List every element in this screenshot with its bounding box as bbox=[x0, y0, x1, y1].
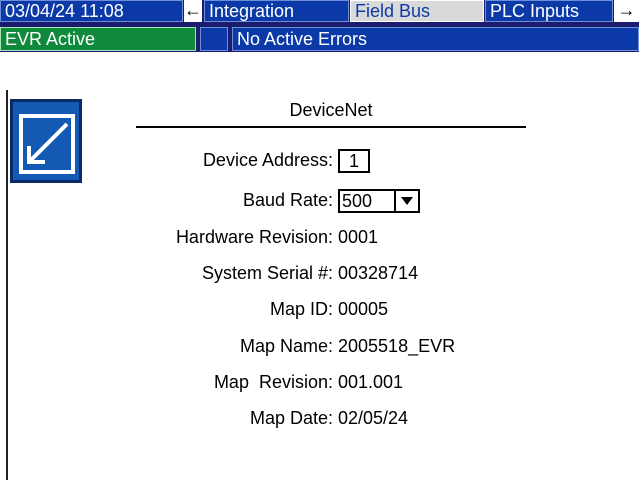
status-badge: EVR Active bbox=[0, 27, 196, 51]
map-date-row: Map Date: 02/05/24 bbox=[0, 408, 639, 432]
chevron-down-icon[interactable] bbox=[394, 191, 418, 211]
tab-integration[interactable]: Integration bbox=[204, 0, 349, 22]
map-name-row: Map Name: 2005518_EVR bbox=[0, 336, 639, 360]
device-address-row: Device Address: 1 bbox=[0, 149, 639, 174]
error-status: No Active Errors bbox=[232, 27, 639, 51]
status-indicator bbox=[200, 27, 228, 51]
tab-plc-inputs[interactable]: PLC Inputs bbox=[485, 0, 613, 22]
device-screen: 03/04/24 11:08 ← Integration Field Bus P… bbox=[0, 0, 639, 481]
main-content: DeviceNet Device Address: 1 Baud Rate: 5… bbox=[0, 52, 639, 481]
baud-rate-value: 500 bbox=[342, 191, 373, 211]
map-name-value: 2005518_EVR bbox=[338, 336, 456, 356]
tab-field-bus[interactable]: Field Bus bbox=[350, 0, 484, 22]
system-serial-label: System Serial #: bbox=[201, 263, 333, 283]
map-id-label: Map ID: bbox=[269, 299, 333, 319]
baud-rate-label: Baud Rate: bbox=[242, 190, 333, 210]
map-revision-row: Map Revision: 001.001 bbox=[0, 372, 639, 396]
system-serial-row: System Serial #: 00328714 bbox=[0, 263, 639, 287]
date-time-display: 03/04/24 11:08 bbox=[0, 0, 183, 22]
map-revision-label: Map Revision: bbox=[213, 372, 333, 392]
title-divider bbox=[136, 126, 526, 128]
device-address-label: Device Address: bbox=[202, 150, 333, 170]
map-date-label: Map Date: bbox=[249, 408, 333, 428]
baud-rate-row: Baud Rate: 500 bbox=[0, 189, 639, 214]
map-id-row: Map ID: 00005 bbox=[0, 299, 639, 323]
hardware-revision-row: Hardware Revision: 0001 bbox=[0, 227, 639, 251]
page-title: DeviceNet bbox=[289, 100, 373, 120]
device-address-field[interactable]: 1 bbox=[338, 149, 370, 173]
system-serial-value: 00328714 bbox=[338, 263, 419, 283]
hardware-revision-value: 0001 bbox=[338, 227, 379, 247]
hardware-revision-label: Hardware Revision: bbox=[175, 227, 333, 247]
prev-screen-arrow-icon[interactable]: ← bbox=[184, 0, 202, 22]
map-date-value: 02/05/24 bbox=[338, 408, 409, 428]
top-bar: 03/04/24 11:08 ← Integration Field Bus P… bbox=[0, 0, 639, 52]
baud-rate-select[interactable]: 500 bbox=[338, 189, 420, 213]
map-revision-value: 001.001 bbox=[338, 372, 404, 392]
map-id-value: 00005 bbox=[338, 299, 389, 319]
map-name-label: Map Name: bbox=[239, 336, 333, 356]
next-screen-arrow-icon[interactable]: → bbox=[614, 0, 639, 22]
